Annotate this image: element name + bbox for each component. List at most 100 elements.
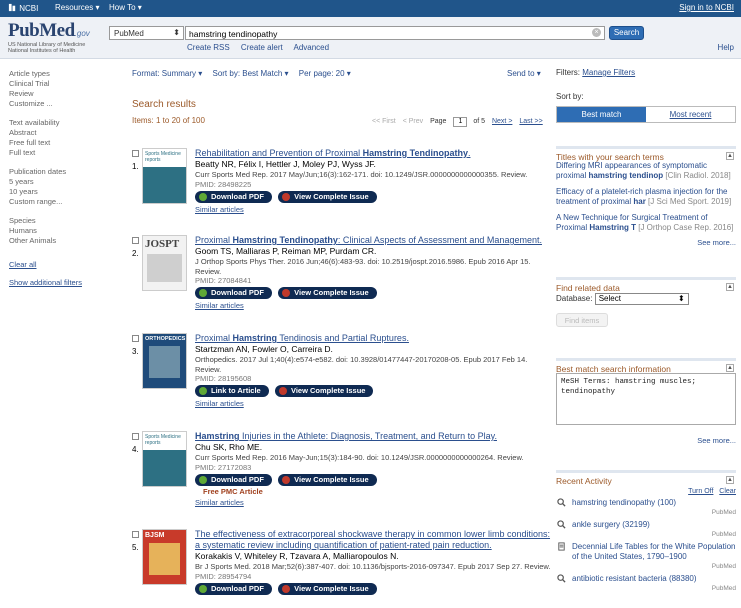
recent-activity-item[interactable]: ankle surgery (32199) PubMed: [556, 520, 736, 540]
journal-cover-thumbnail[interactable]: ORTHOPEDICS: [142, 333, 187, 389]
see-more-link[interactable]: See more...: [556, 436, 736, 445]
title-suggestion[interactable]: Efficacy of a platelet-rich plasma injec…: [556, 187, 736, 207]
recent-activity-item[interactable]: Decennial Life Tables for the White Popu…: [556, 542, 736, 572]
titles-with-search-terms: Titles with your search terms ▲ Differing…: [556, 146, 736, 247]
journal-cover-thumbnail[interactable]: Sports Medicine reports: [142, 431, 187, 487]
search-input[interactable]: hamstring tendinopathy ×: [185, 26, 605, 40]
clear-activity-link[interactable]: Clear: [719, 488, 736, 495]
pdf-icon: [199, 475, 207, 484]
related-database-select[interactable]: Select ⬍: [594, 293, 689, 305]
similar-articles-link[interactable]: Similar articles: [195, 398, 553, 409]
sort-most-recent-button[interactable]: Most recent: [646, 107, 735, 122]
collapse-icon[interactable]: ▲: [726, 364, 734, 372]
next-page-link[interactable]: Next >: [492, 118, 512, 125]
database-label: Database:: [556, 294, 593, 304]
similar-articles-link[interactable]: Similar articles: [195, 204, 553, 215]
help-link[interactable]: Help: [718, 43, 734, 52]
sort-best-match-button[interactable]: Best match: [557, 107, 646, 122]
btn-label: Download PDF: [211, 583, 264, 593]
find-items-button[interactable]: Find items: [556, 313, 608, 327]
result-title-link[interactable]: The effectiveness of extracorporeal shoc…: [195, 529, 553, 551]
advanced-link[interactable]: Advanced: [294, 43, 330, 52]
result-title-link[interactable]: Proximal Hamstring Tendinopathy: Clinica…: [195, 235, 553, 246]
clear-all-link[interactable]: Clear all: [9, 260, 119, 270]
filter-10-years[interactable]: 10 years: [9, 187, 119, 197]
view-complete-issue-button[interactable]: View Complete Issue: [278, 582, 377, 595]
filter-customize[interactable]: Customize ...: [9, 99, 119, 109]
result-checkbox[interactable]: [132, 237, 139, 244]
filter-humans[interactable]: Humans: [9, 226, 119, 236]
resources-menu[interactable]: Resources ▾: [55, 3, 100, 12]
filter-custom-range[interactable]: Custom range...: [9, 197, 119, 207]
title-suggestion[interactable]: A New Technique for Surgical Treatment o…: [556, 213, 736, 233]
result-title-link[interactable]: Rehabilitation and Prevention of Proxima…: [195, 148, 553, 159]
ncbi-icon: [8, 3, 16, 12]
search-button[interactable]: Search: [609, 26, 644, 40]
ncbi-logo[interactable]: NCBI: [8, 3, 38, 13]
cover-text: ORTHOPEDICS: [145, 336, 186, 342]
similar-articles-link[interactable]: Similar articles: [195, 300, 553, 311]
view-complete-issue-button[interactable]: View Complete Issue: [278, 190, 377, 203]
manage-filters-link[interactable]: Manage Filters: [582, 68, 635, 77]
journal-cover-thumbnail[interactable]: JOSPT: [142, 235, 187, 291]
filter-clinical-trial[interactable]: Clinical Trial: [9, 79, 119, 89]
recent-activity-item[interactable]: hamstring tendinopathy (100) PubMed: [556, 498, 736, 518]
filter-abstract[interactable]: Abstract: [9, 128, 119, 138]
result-checkbox[interactable]: [132, 531, 139, 538]
collapse-icon[interactable]: ▲: [726, 283, 734, 291]
filter-review[interactable]: Review: [9, 89, 119, 99]
collapse-icon[interactable]: ▲: [726, 152, 734, 160]
view-complete-issue-button[interactable]: View Complete Issue: [278, 473, 377, 486]
journal-cover-thumbnail[interactable]: Sports Medicine reports: [142, 148, 187, 204]
last-page-link[interactable]: Last >>: [519, 118, 542, 125]
cover-text: JOSPT: [145, 238, 180, 250]
howto-menu[interactable]: How To ▾: [109, 3, 142, 12]
journal-cover-thumbnail[interactable]: BJSM: [142, 529, 187, 585]
download-pdf-button[interactable]: Download PDF: [195, 582, 272, 595]
title-suggestion[interactable]: Differing MRI appearances of symptomatic…: [556, 161, 736, 181]
filter-other-animals[interactable]: Other Animals: [9, 236, 119, 246]
title-part: Proximal: [195, 235, 233, 245]
btn-label: Download PDF: [211, 288, 264, 297]
result-title-link[interactable]: Hamstring Injuries in the Athlete: Diagn…: [195, 431, 553, 442]
nih-line: National Institutes of Health: [8, 48, 76, 54]
show-additional-filters-link[interactable]: Show additional filters: [9, 278, 119, 288]
result-checkbox[interactable]: [132, 150, 139, 157]
send-to-menu[interactable]: Send to ▾: [507, 69, 541, 78]
signin-link[interactable]: Sign in to NCBI: [679, 3, 734, 12]
result-title-link[interactable]: Proximal Hamstring Tendinosis and Partia…: [195, 333, 553, 344]
database-select[interactable]: PubMed ⬍: [109, 26, 184, 40]
create-rss-link[interactable]: Create RSS: [187, 43, 230, 52]
download-pdf-button[interactable]: Download PDF: [195, 190, 272, 203]
download-pdf-button[interactable]: Download PDF: [195, 473, 272, 486]
result-checkbox[interactable]: [132, 335, 139, 342]
per-page-menu[interactable]: Per page: 20 ▾: [299, 69, 351, 78]
first-page-link[interactable]: << First: [372, 118, 396, 125]
filter-free-full-text[interactable]: Free full text: [9, 138, 119, 148]
free-pmc-article-badge[interactable]: Free PMC Article: [203, 487, 553, 497]
pager: << First < Prev Page 1 of 5 Next > Last …: [372, 117, 548, 127]
clear-search-icon[interactable]: ×: [592, 28, 601, 37]
pubmed-logo[interactable]: PubMed.gov US National Library of Medici…: [8, 20, 90, 54]
result-pmid: PMID: 28498225: [195, 179, 252, 189]
see-more-link[interactable]: See more...: [556, 238, 736, 247]
prev-page-link[interactable]: < Prev: [403, 118, 423, 125]
sort-menu[interactable]: Sort by: Best Match ▾: [212, 69, 288, 78]
similar-articles-link[interactable]: Similar articles: [195, 497, 553, 508]
result-authors: Goom TS, Malliaras P, Reiman MP, Purdam …: [195, 246, 377, 256]
collapse-icon[interactable]: ▲: [726, 476, 734, 484]
result-checkbox[interactable]: [132, 433, 139, 440]
create-alert-link[interactable]: Create alert: [241, 43, 283, 52]
link-to-article-button[interactable]: Link to Article: [195, 385, 269, 397]
filter-full-text[interactable]: Full text: [9, 148, 119, 158]
mesh-terms-box[interactable]: MeSH Terms: hamstring muscles; tendinopa…: [556, 373, 736, 425]
download-pdf-button[interactable]: Download PDF: [195, 287, 272, 299]
find-related-header: Find related data: [556, 283, 620, 293]
format-menu[interactable]: Format: Summary ▾: [132, 69, 202, 78]
page-number-input[interactable]: 1: [453, 117, 468, 127]
filter-5-years[interactable]: 5 years: [9, 177, 119, 187]
recent-activity-item[interactable]: antibiotic resistant bacteria (88380) Pu…: [556, 574, 736, 594]
view-complete-issue-button[interactable]: View Complete Issue: [274, 385, 374, 397]
turn-off-link[interactable]: Turn Off: [688, 488, 713, 495]
view-complete-issue-button[interactable]: View Complete Issue: [278, 287, 377, 299]
